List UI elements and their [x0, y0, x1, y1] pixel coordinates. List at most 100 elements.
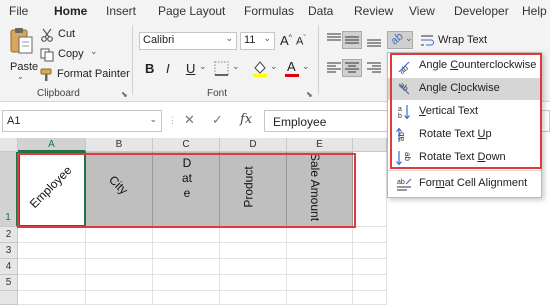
tab-formulas[interactable]: Formulas [244, 4, 294, 18]
grid-cell[interactable] [153, 275, 220, 291]
cell-b1[interactable]: City [86, 152, 153, 227]
align-center-button[interactable] [342, 59, 362, 77]
grid-cell[interactable] [86, 259, 153, 275]
font-color-button[interactable]: A [284, 59, 300, 77]
clipboard-dialog-launcher-icon[interactable]: ⬊ [121, 90, 128, 99]
tab-data[interactable]: Data [308, 4, 333, 18]
menu-item-vertical-text[interactable]: a b Vertical Text [388, 101, 541, 123]
grid-cell[interactable] [18, 259, 86, 275]
grid-cell[interactable] [353, 275, 387, 291]
grid-cell[interactable] [86, 227, 153, 243]
fill-color-dropdown-chevron-icon[interactable]: ⌄ [270, 61, 278, 72]
orientation-button[interactable]: ab ⌄ [387, 30, 413, 49]
grid-cell[interactable] [220, 243, 287, 259]
borders-dropdown-chevron-icon[interactable]: ⌄ [232, 61, 240, 72]
tab-developer[interactable]: Developer [454, 4, 509, 18]
grid-cell[interactable] [220, 259, 287, 275]
tab-help[interactable]: Help [522, 4, 547, 18]
select-all-corner[interactable] [0, 138, 18, 152]
grid-cell[interactable] [153, 291, 220, 305]
cut-button[interactable]: Cut [40, 27, 100, 43]
grid-cell[interactable] [86, 291, 153, 305]
grid-cell[interactable] [18, 291, 86, 305]
column-header-e[interactable]: E [287, 138, 353, 152]
font-dialog-launcher-icon[interactable]: ⬊ [306, 90, 313, 99]
name-box[interactable]: A1 ⌄ [2, 110, 162, 132]
tab-home[interactable]: Home [54, 4, 88, 23]
menu-item-angle-counterclockwise[interactable]: ab Angle Counterclockwise [388, 55, 541, 77]
font-color-dropdown-chevron-icon[interactable]: ⌄ [302, 61, 310, 72]
row-header-3[interactable]: 3 [0, 243, 18, 259]
cell-d1[interactable]: Product [220, 152, 287, 227]
row-header-4[interactable]: 4 [0, 259, 18, 275]
grid-cell[interactable] [18, 243, 86, 259]
grid-cell[interactable] [287, 275, 353, 291]
grid-cell[interactable] [220, 275, 287, 291]
align-right-icon[interactable] [366, 61, 382, 75]
align-middle-button[interactable] [342, 31, 362, 49]
italic-button[interactable]: I [166, 61, 170, 76]
align-bottom-icon[interactable] [366, 33, 382, 47]
cell-f1[interactable] [353, 152, 387, 227]
grid-cell[interactable] [153, 259, 220, 275]
orientation-dropdown-menu: ab Angle Counterclockwise ab Angle Clock… [387, 52, 542, 198]
font-size-select[interactable]: 11 ⌄ [240, 32, 275, 50]
underline-dropdown-chevron-icon[interactable]: ⌄ [199, 61, 207, 72]
row-header-5[interactable]: 5 [0, 275, 18, 291]
fill-color-icon[interactable] [252, 59, 268, 77]
grid-cell[interactable] [220, 227, 287, 243]
grid-cell[interactable] [287, 227, 353, 243]
column-header-b[interactable]: B [86, 138, 153, 152]
confirm-entry-icon[interactable]: ✓ [212, 112, 223, 128]
grid-cell[interactable] [353, 227, 387, 243]
borders-icon[interactable] [214, 61, 229, 76]
menu-item-angle-clockwise[interactable]: ab Angle Clockwise [388, 78, 541, 100]
paste-button[interactable]: Paste ⌄ [6, 27, 38, 83]
column-header-d[interactable]: D [220, 138, 287, 152]
cancel-entry-icon[interactable]: ✕ [184, 112, 195, 128]
grid-cell[interactable] [153, 227, 220, 243]
tab-page-layout[interactable]: Page Layout [158, 4, 225, 18]
decrease-font-size-button[interactable]: Aˇ [296, 35, 306, 48]
grid-cell[interactable] [353, 243, 387, 259]
menu-item-rotate-text-down[interactable]: ab Rotate Text Down [388, 147, 541, 169]
underline-button[interactable]: U [186, 61, 195, 76]
row-header-1[interactable]: 1 [0, 152, 18, 227]
align-top-icon[interactable] [326, 33, 342, 47]
increase-font-size-button[interactable]: A^ [280, 33, 292, 48]
bold-button[interactable]: B [145, 61, 154, 76]
cell-e1[interactable]: Sale Amount [287, 152, 353, 227]
grid-cell[interactable] [287, 243, 353, 259]
copy-dropdown-chevron-icon[interactable]: ⌄ [90, 46, 98, 57]
grid-cell[interactable] [353, 259, 387, 275]
grid-cell[interactable] [220, 291, 287, 305]
grid-cell[interactable] [287, 291, 353, 305]
column-header-c[interactable]: C [153, 138, 220, 152]
wrap-text-button[interactable]: Wrap Text [420, 33, 500, 49]
column-header-f[interactable] [353, 138, 387, 152]
tab-file[interactable]: File [9, 4, 28, 18]
grid-cell[interactable] [18, 227, 86, 243]
menu-item-rotate-text-up[interactable]: ab Rotate Text Up [388, 124, 541, 146]
wrap-text-icon [421, 35, 434, 46]
cell-a1[interactable]: Employee [18, 152, 86, 227]
row-header-2[interactable]: 2 [0, 227, 18, 243]
tab-insert[interactable]: Insert [106, 4, 136, 18]
copy-button[interactable]: Copy ⌄ [40, 46, 110, 63]
grid-cell[interactable] [353, 291, 387, 305]
grid-cell[interactable] [18, 275, 86, 291]
menu-item-format-cell-alignment[interactable]: ab Format Cell Alignment [388, 173, 541, 195]
grid-cell[interactable] [86, 275, 153, 291]
cell-c1[interactable]: Date [153, 152, 220, 227]
align-left-icon[interactable] [326, 61, 342, 75]
grid-cell[interactable] [153, 243, 220, 259]
format-painter-button[interactable]: Format Painter [40, 67, 130, 83]
font-name-select[interactable]: Calibri ⌄ [139, 32, 237, 50]
grid-cell[interactable] [86, 243, 153, 259]
column-header-a[interactable]: A [18, 138, 86, 152]
tab-review[interactable]: Review [354, 4, 393, 18]
tab-view[interactable]: View [409, 4, 435, 18]
row-header-6[interactable] [0, 291, 18, 305]
insert-function-icon[interactable]: fx [240, 112, 252, 127]
grid-cell[interactable] [287, 259, 353, 275]
